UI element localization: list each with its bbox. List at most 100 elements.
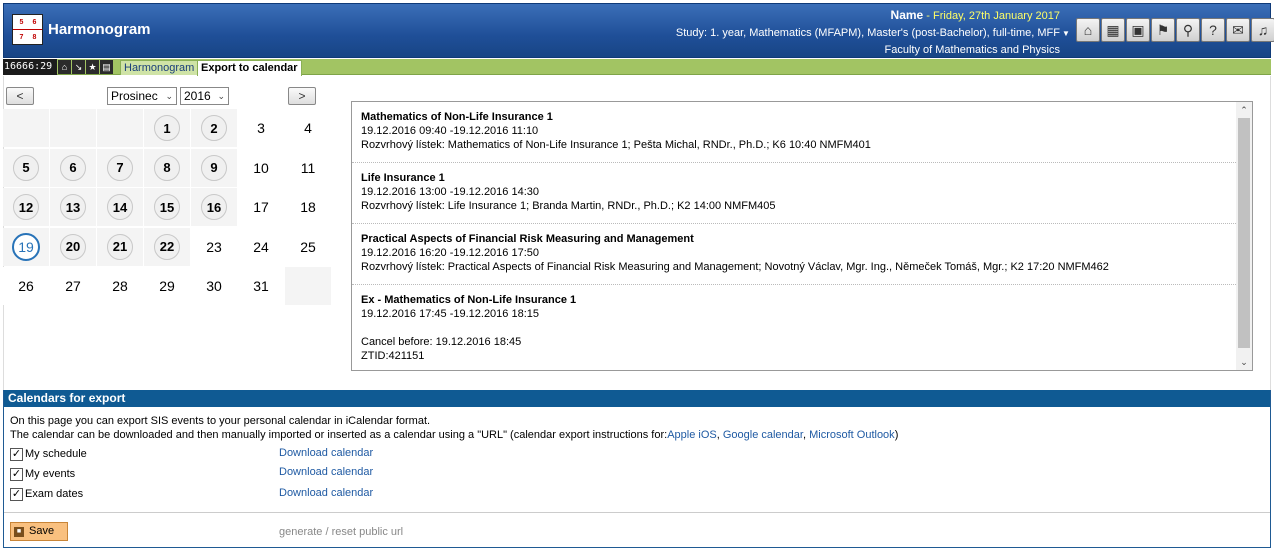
download-calendar-link[interactable]: Download calendar [279,466,373,478]
download-calendar-link[interactable]: Download calendar [279,447,373,459]
calendar-day[interactable]: 1 [144,109,190,147]
month-select[interactable]: Prosinec ⌄ [107,87,177,105]
calendar-day[interactable]: 30 [191,267,237,305]
day-number[interactable]: 16 [201,194,227,220]
day-number[interactable]: 21 [107,233,133,260]
day-number: 28 [112,278,128,294]
calendar-day[interactable]: 9 [191,148,237,187]
user-name[interactable]: Name [891,8,924,22]
calendar-day[interactable]: 15 [144,188,190,226]
calendar-day[interactable]: 13 [50,188,96,226]
day-number[interactable]: 22 [154,233,180,260]
feedback-icon[interactable]: ✉ [1226,18,1250,42]
breadcrumb-harmonogram[interactable]: Harmonogram [120,60,199,75]
day-number[interactable]: 6 [60,154,86,181]
day-number: 11 [300,159,316,176]
calendar-day[interactable]: 3 [238,109,284,147]
calendar-day[interactable]: 4 [285,109,331,147]
search-icon[interactable]: ⚲ [1176,18,1200,42]
day-number[interactable]: 5 [13,154,39,181]
download-calendar-link[interactable]: Download calendar [279,487,373,499]
event-title: Life Insurance 1 [361,172,445,184]
calendar-day[interactable]: 16 [191,188,237,226]
home-icon[interactable]: ⌂ [1076,18,1100,42]
schedule-icon[interactable]: ▦ [1101,18,1125,42]
scroll-thumb[interactable] [1238,118,1250,348]
calendar-day[interactable]: 7 [97,148,143,187]
day-number[interactable]: 12 [13,194,39,220]
breadcrumb-export[interactable]: Export to calendar [197,60,302,76]
microsoft-outlook-link[interactable]: Microsoft Outlook [809,429,895,441]
day-number[interactable]: 8 [154,154,180,181]
calendar-day[interactable]: 20 [50,227,96,266]
export-description: On this page you can export SIS events t… [10,414,898,442]
calendar-day[interactable]: 5 [3,148,49,187]
calendar-day[interactable]: 2 [191,109,237,147]
home-icon[interactable]: ⌂ [58,60,71,74]
calendar-day[interactable]: 27 [50,267,96,305]
calendar-day[interactable]: 26 [3,267,49,305]
calendar-day[interactable]: 18 [285,188,331,226]
calendar-day[interactable]: 28 [97,267,143,305]
study-info[interactable]: Study: 1. year, Mathematics (MFAPM), Mas… [676,25,1060,42]
calendar-day[interactable]: 11 [285,148,331,187]
lock-icon[interactable]: ▣ [1126,18,1150,42]
download-link-text[interactable]: Download calendar [279,466,373,478]
chevron-down-icon[interactable]: ▼ [1062,29,1070,38]
scroll-down-icon[interactable]: ⌄ [1236,354,1252,370]
calendar-day[interactable]: 10 [238,148,284,187]
calendar-day[interactable]: 6 [50,148,96,187]
day-number: 18 [300,199,316,215]
calendar-day[interactable]: 12 [3,188,49,226]
calendar-day[interactable]: 19 [3,227,49,266]
day-number[interactable]: 7 [107,154,133,181]
day-number[interactable]: 15 [154,194,180,220]
download-link-text[interactable]: Download calendar [279,447,373,459]
calendar-day[interactable]: 14 [97,188,143,226]
export-option-exams: ✓ Exam dates [10,486,83,502]
calendar-day[interactable]: 23 [191,227,237,266]
help-icon[interactable]: ? [1201,18,1225,42]
app-logo-icon[interactable]: 5 6 7 8 [12,14,43,45]
bell-icon[interactable]: ♫ [1251,18,1274,42]
day-number: 23 [206,238,222,255]
print-icon[interactable]: ▤ [100,60,113,74]
calendar-day[interactable]: 25 [285,227,331,266]
day-number: 4 [304,120,312,136]
events-scrollbar[interactable]: ⌃ ⌄ [1236,102,1252,370]
calendar-day[interactable]: 21 [97,227,143,266]
calendar-day[interactable]: 17 [238,188,284,226]
day-number[interactable]: 2 [201,115,227,141]
star-icon[interactable]: ★ [86,60,99,74]
calendar-day[interactable]: 8 [144,148,190,187]
selected-day-number[interactable]: 19 [12,232,40,261]
arrow-icon[interactable]: ↘ [72,60,85,74]
event-item: Ex - Mathematics of Non-Life Insurance 1… [352,285,1236,363]
apple-ios-link[interactable]: Apple iOS [667,429,717,441]
events-checkbox[interactable]: ✓ [10,467,23,481]
day-number[interactable]: 1 [154,115,180,141]
user-info: Name - Friday, 27th January 2017 Study: … [676,7,1060,59]
calendar-empty-cell [3,109,49,147]
day-number[interactable]: 9 [201,154,227,181]
checkbox-label: My schedule [25,448,87,460]
calendar-day[interactable]: 29 [144,267,190,305]
day-number[interactable]: 20 [60,233,86,260]
calendar-day[interactable]: 31 [238,267,284,305]
google-calendar-link[interactable]: Google calendar [723,429,803,441]
flag-icon[interactable]: ⚑ [1151,18,1175,42]
day-number[interactable]: 14 [107,194,133,220]
prev-month-button[interactable]: < [6,87,34,105]
export-option-events: ✓ My events [10,466,75,482]
download-link-text[interactable]: Download calendar [279,487,373,499]
exams-checkbox[interactable]: ✓ [10,487,23,501]
scroll-up-icon[interactable]: ⌃ [1236,102,1252,118]
generate-url-link[interactable]: generate / reset public url [279,526,403,538]
year-select[interactable]: 2016 ⌄ [180,87,229,105]
next-month-button[interactable]: > [288,87,316,105]
save-button[interactable]: ■ Save [10,522,68,541]
calendar-day[interactable]: 24 [238,227,284,266]
calendar-day[interactable]: 22 [144,227,190,266]
day-number[interactable]: 13 [60,194,86,220]
schedule-checkbox[interactable]: ✓ [10,447,23,461]
